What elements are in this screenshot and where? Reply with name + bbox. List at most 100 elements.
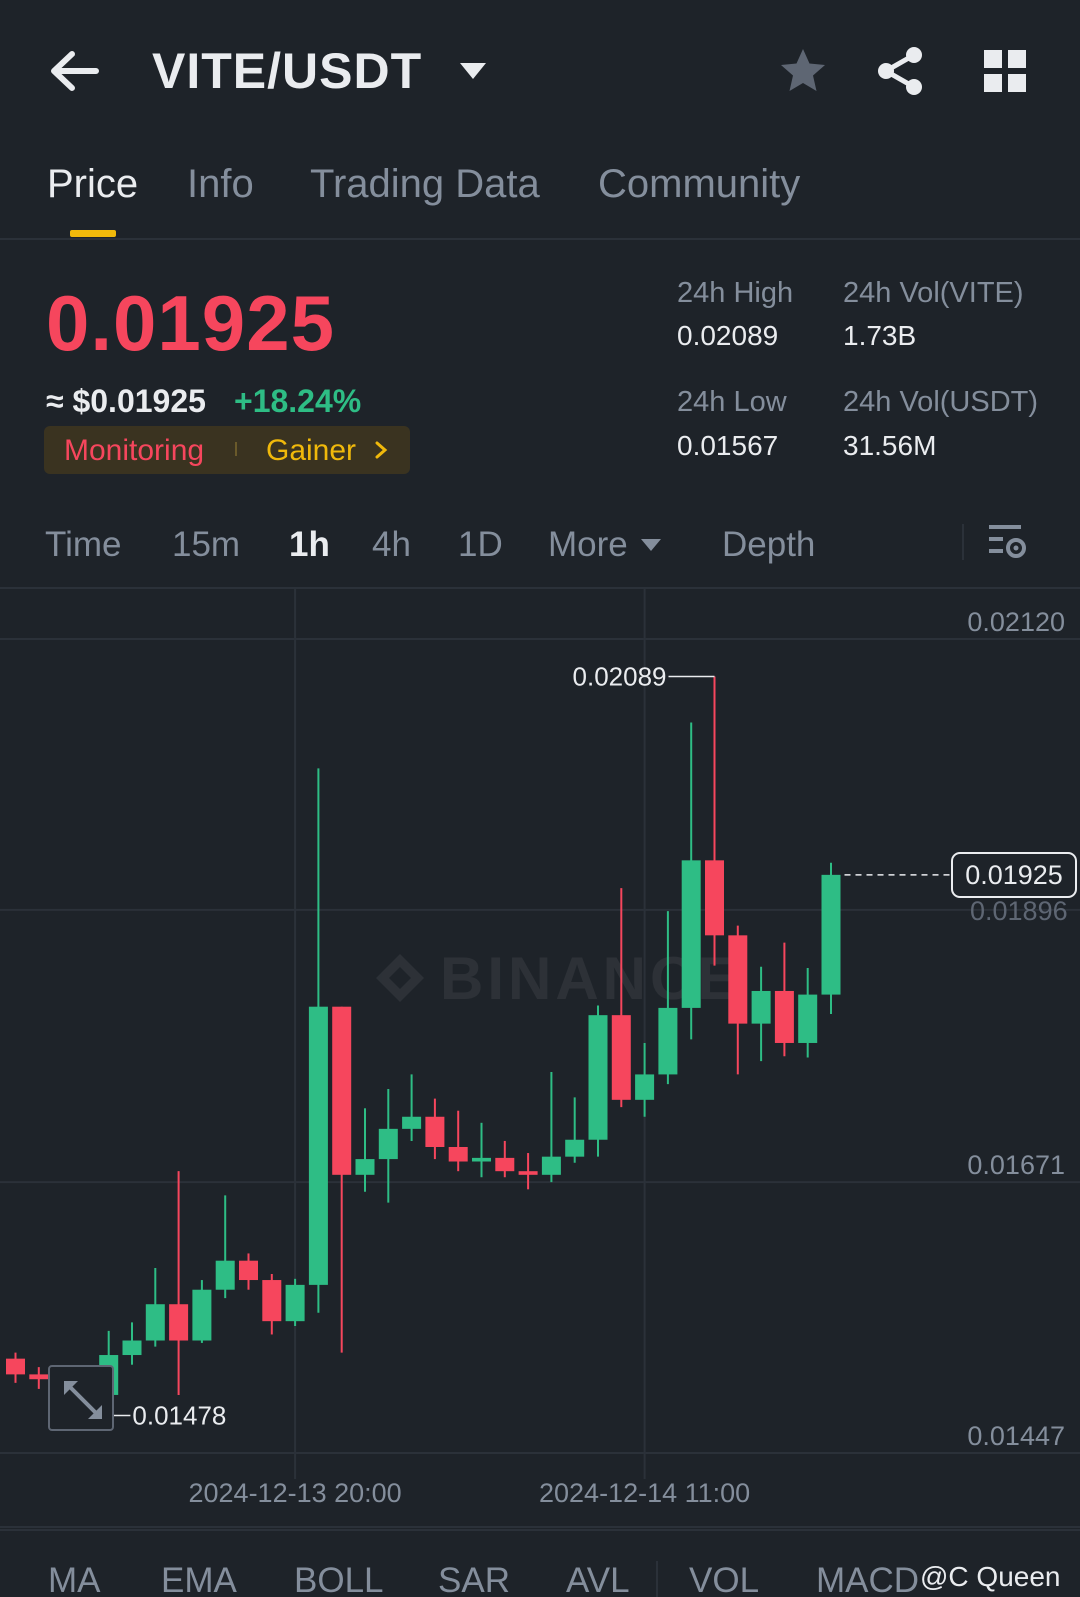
candle (378, 1088, 398, 1203)
candle (262, 1273, 282, 1335)
chart-canvas[interactable]: BINANCE 0.018960.021200.016710.014472024… (0, 589, 1080, 1529)
tag-chip[interactable]: Monitoring Gainer (44, 426, 410, 474)
candle-body (6, 1358, 25, 1375)
divider (962, 524, 964, 560)
candlestick-chart[interactable]: BINANCE 0.01896 0.02120 0.01671 0.01447 2024… (0, 589, 1080, 1529)
indicator-sar[interactable]: SAR (438, 1561, 510, 1597)
candle (285, 1278, 305, 1327)
low-value: 0.01567 (677, 430, 779, 461)
candle (448, 1110, 468, 1172)
indicator-ema[interactable]: EMA (161, 1561, 237, 1597)
candle (705, 676, 724, 966)
low-label: 24h Low (677, 386, 787, 418)
interval-1d[interactable]: 1D (458, 525, 503, 565)
current-price-marker[interactable]: 0.01925 (951, 851, 1077, 898)
back-arrow-icon[interactable] (48, 48, 100, 94)
candle (774, 942, 794, 1057)
star-icon[interactable] (778, 46, 828, 96)
x-tick-label: 2024-12-13 20:00 (189, 1478, 402, 1508)
candle (495, 1140, 515, 1178)
indicator-bar: MA EMA BOLL SAR AVL VOL MACD @C Queen (0, 1529, 1080, 1597)
interval-depth[interactable]: Depth (722, 525, 815, 565)
candle (215, 1195, 235, 1299)
y-tick-label-hidden: 0.01896 (970, 896, 1068, 926)
candle (565, 1097, 585, 1163)
y-tick-label: 0.02120 (967, 607, 1065, 637)
candle (402, 1074, 422, 1141)
share-icon[interactable] (876, 46, 924, 96)
top-bar: VITE/USDT (0, 0, 1080, 140)
candle-body (122, 1340, 142, 1356)
chart-settings-icon[interactable] (988, 522, 1028, 562)
y-tick-label: 0.01671 (967, 1150, 1065, 1180)
indicator-avl[interactable]: AVL (566, 1561, 630, 1597)
candle (192, 1280, 212, 1343)
indicator-ma[interactable]: MA (48, 1561, 101, 1597)
candle-body (378, 1128, 398, 1160)
interval-more[interactable]: More (548, 525, 628, 565)
candle-body (448, 1146, 468, 1162)
indicator-vol[interactable]: VOL (689, 1561, 759, 1597)
candle-body (541, 1156, 561, 1175)
candle (308, 768, 328, 1313)
interval-time[interactable]: Time (45, 525, 121, 565)
caret-down-icon[interactable] (458, 60, 488, 82)
candle-body (332, 1006, 352, 1175)
user-watermark: @C Queen (920, 1561, 1061, 1592)
interval-1h[interactable]: 1h (289, 525, 330, 565)
candle (29, 1367, 49, 1389)
x-tick-label: 2024-12-14 11:00 (539, 1478, 750, 1508)
binance-logo-icon (376, 954, 424, 1002)
candle-body (262, 1280, 282, 1322)
candle-body (169, 1304, 189, 1341)
vol-quote-value: 31.56M (843, 430, 937, 461)
tab-bar: Price Info Trading Data Community (0, 150, 1080, 240)
candle (332, 1006, 352, 1353)
candle (728, 925, 748, 1075)
expand-chart-button[interactable] (48, 1365, 114, 1431)
tab-price[interactable]: Price (47, 162, 138, 207)
candle-body (285, 1284, 305, 1322)
candle-body (821, 874, 841, 995)
indicator-macd[interactable]: MACD (816, 1561, 919, 1597)
candle-body (355, 1159, 375, 1175)
candle (145, 1267, 165, 1347)
trading-pair-title[interactable]: VITE/USDT (152, 42, 422, 100)
caret-down-icon (641, 539, 661, 551)
last-price: 0.01925 (46, 279, 335, 367)
tab-trading-data[interactable]: Trading Data (310, 162, 540, 207)
candle-body (425, 1116, 445, 1147)
candle-body (798, 994, 818, 1043)
interval-15m[interactable]: 15m (172, 525, 240, 565)
vol-quote-label: 24h Vol(USDT) (843, 386, 1039, 418)
candle-body (751, 990, 771, 1024)
candle (681, 722, 701, 1040)
candle (425, 1098, 445, 1160)
candle (821, 862, 841, 1014)
tag-monitoring: Monitoring (64, 434, 205, 467)
usd-price: ≈ $0.01925 (46, 383, 206, 419)
tab-info[interactable]: Info (187, 162, 254, 207)
tab-community[interactable]: Community (598, 162, 800, 207)
candle-body (145, 1304, 165, 1341)
price-change-percent: +18.24% (234, 383, 362, 419)
low-marker-label: 0.01478 (132, 1401, 226, 1431)
candle-body (518, 1171, 538, 1175)
vol-base-label: 24h Vol(VITE) (843, 277, 1024, 309)
candle-body (611, 1015, 631, 1100)
candle-body (239, 1260, 258, 1281)
candle-body (495, 1157, 515, 1172)
grid-icon[interactable] (984, 50, 1026, 92)
interval-4h[interactable]: 4h (372, 525, 411, 565)
candle (122, 1322, 142, 1365)
vol-base-value: 1.73B (843, 320, 917, 351)
candle-body (402, 1116, 422, 1129)
chevron-right-icon (375, 441, 388, 459)
candle-body (728, 935, 748, 1024)
candle-body (635, 1074, 655, 1100)
candle-body (472, 1157, 491, 1162)
candle-body (705, 860, 724, 936)
candle-body (192, 1289, 212, 1341)
candle (169, 1171, 189, 1395)
indicator-boll[interactable]: BOLL (294, 1561, 384, 1597)
